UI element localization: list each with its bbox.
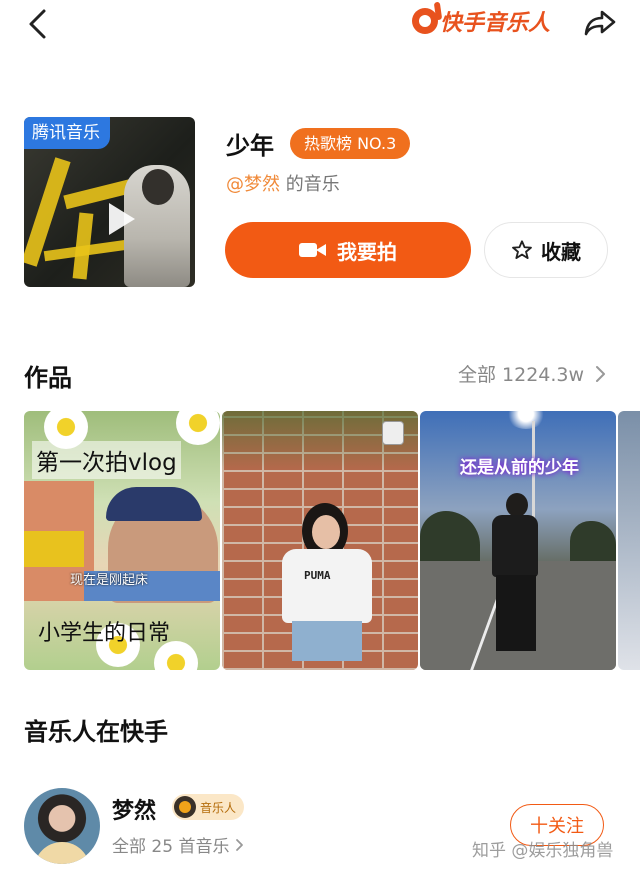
thumb-girl-face (312, 515, 340, 549)
song-title: 少年 (226, 132, 274, 160)
thumb-girl-top (282, 549, 372, 623)
chevron-left-icon[interactable] (24, 8, 54, 40)
thumb-caption-mid: 现在是刚起床 (70, 573, 149, 588)
thumb-cap (106, 487, 202, 521)
thumb-boy-legs (496, 575, 536, 651)
thumb-girl-shorts (292, 621, 362, 661)
thumb-caption-bottom: 小学生的日常 (38, 621, 171, 646)
artist-suffix: 的音乐 (280, 174, 340, 195)
thumb-caption: 还是从前的少年 (460, 458, 579, 478)
thumb-sun (506, 411, 546, 429)
all-songs-link[interactable]: 全部 25 首音乐 (112, 832, 244, 857)
chevron-right-icon (596, 365, 606, 382)
musician-badge-label: 音乐人 (200, 800, 237, 815)
thumb-sign (24, 531, 84, 567)
thumb-caption-top: 第一次拍vlog (32, 441, 181, 479)
artist-line: @梦然 的音乐 (226, 170, 340, 196)
app-logo: 快手音乐人 (412, 4, 550, 38)
source-badge: 腾讯音乐 (24, 117, 110, 149)
kuaishou-music-logo-icon (412, 8, 438, 34)
cover-singer-head (142, 169, 174, 205)
works-all-label: 全部 1224.3w (458, 364, 585, 386)
top-bar: 快手音乐人 (0, 0, 640, 48)
artist-link[interactable]: @梦然 (226, 174, 280, 195)
logo-text: 快手音乐人 (440, 11, 551, 36)
favorite-label: 收藏 (541, 239, 581, 264)
share-arrow-icon[interactable] (583, 8, 617, 38)
musician-badge: 音乐人 (172, 794, 245, 820)
works-section-title: 作品 (24, 364, 72, 392)
works-see-all[interactable]: 全部 1224.3w (458, 360, 606, 387)
thumb-boy-head (506, 493, 528, 517)
chevron-right-icon (236, 838, 244, 851)
video-thumbnail[interactable]: 第一次拍vlog 现在是刚起床 小学生的日常 (24, 411, 220, 670)
shoot-label: 我要拍 (337, 239, 397, 264)
thumb-boy-body (492, 515, 538, 577)
video-thumbnail[interactable]: PUMA (222, 411, 418, 670)
avatar[interactable] (24, 788, 100, 864)
favorite-button[interactable]: 收藏 (484, 222, 608, 278)
album-cover[interactable]: 腾讯音乐 (24, 117, 195, 287)
video-thumbnail-partial[interactable] (618, 411, 640, 670)
watermark: 知乎 @娱乐独角兽 (472, 841, 614, 861)
chart-rank-badge[interactable]: 热歌榜 NO.3 (290, 128, 411, 159)
all-songs-label: 全部 25 首音乐 (112, 837, 230, 857)
play-icon[interactable] (109, 203, 135, 235)
shoot-button[interactable]: 我要拍 (225, 222, 471, 278)
musician-badge-icon (174, 796, 196, 818)
star-outline-icon (512, 240, 532, 259)
video-thumbnail[interactable]: 还是从前的少年 (420, 411, 616, 670)
musician-section-title: 音乐人在快手 (24, 718, 168, 746)
video-camera-icon (299, 241, 327, 259)
shirt-print: PUMA (304, 569, 331, 582)
thumb-wall-box (382, 421, 404, 445)
musician-name[interactable]: 梦然 (112, 793, 156, 825)
daisy-sticker (176, 411, 220, 445)
